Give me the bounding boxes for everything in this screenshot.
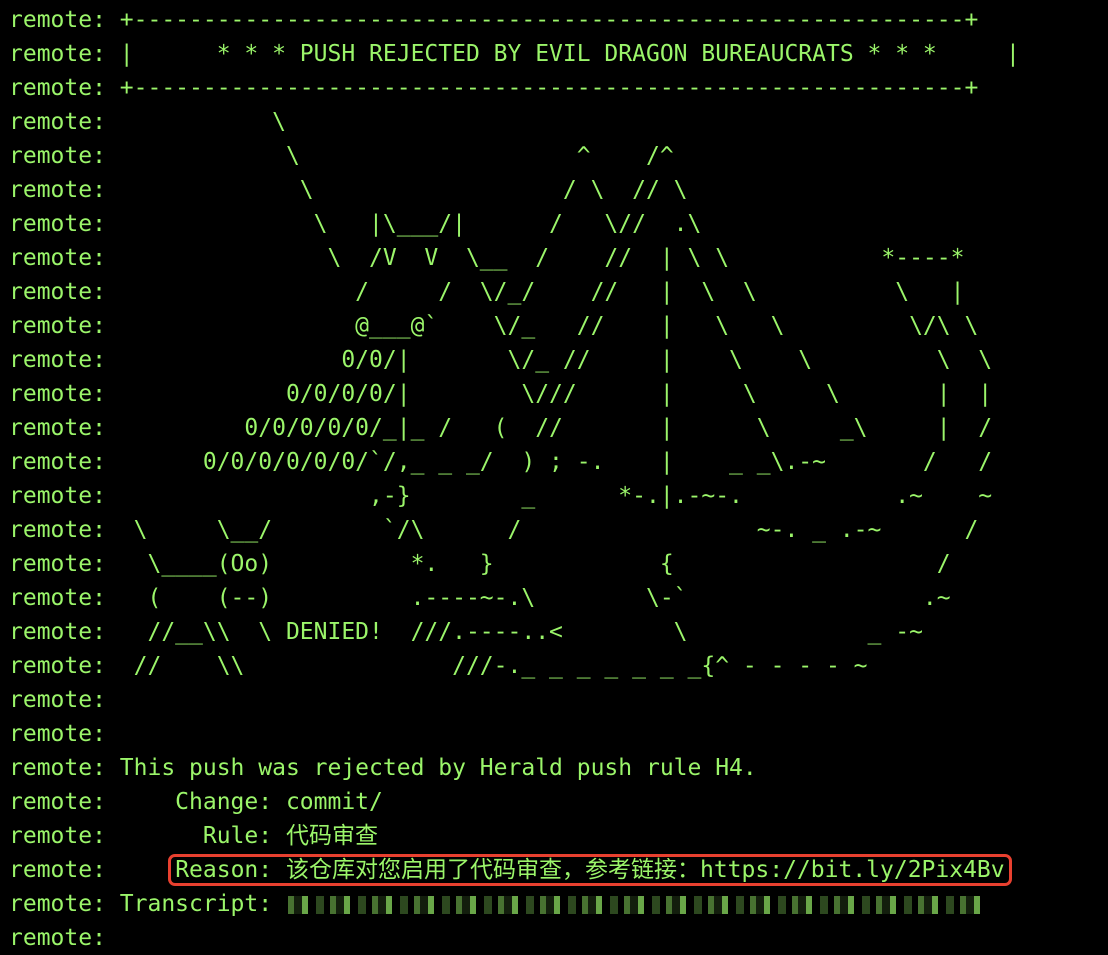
reason-highlight-box: Reason: 该仓库对您启用了代码审查，参考链接：https://bit.ly… (168, 854, 1012, 886)
line-prefix: remote: (9, 7, 106, 33)
line-prefix: remote: (9, 245, 106, 271)
terminal-line: remote: \____(Oo) *. } { / (9, 547, 1104, 581)
line-content: @___@` \/_ // | \ \ \/\ \ (105, 313, 979, 339)
line-content: This push was rejected by Herald push ru… (105, 755, 757, 781)
line-content: \ \__/ `/\ / ~-. _ .-~ / (105, 517, 979, 543)
line-content: \ |\___/| / \// .\ (105, 211, 702, 237)
terminal-line-transcript: remote: Transcript: (9, 887, 1104, 921)
terminal-line: remote: Change: commit/ (9, 785, 1104, 819)
line-content: //__\\ \ DENIED! ///.----..< \ _ -~ (105, 619, 923, 645)
terminal-line: remote: ( (--) .----~-.\ \-` .~ (9, 581, 1104, 615)
terminal-line: remote: //__\\ \ DENIED! ///.----..< \ _… (9, 615, 1104, 649)
line-content: // \\ ///-._ _ _ _ _ _ _{^ - - - - ~ (105, 653, 868, 679)
line-prefix: remote: (9, 891, 106, 917)
reason-text: 该仓库对您启用了代码审查，参考链接：https://bit.ly/2Pix4Bv (285, 857, 1005, 883)
terminal-line: remote: \ ^ /^ (9, 139, 1104, 173)
line-prefix: remote: (9, 143, 106, 169)
reason-label: Reason: (175, 857, 273, 883)
line-prefix: remote: (9, 857, 106, 883)
line-prefix: remote: (9, 551, 106, 577)
line-prefix: remote: (9, 347, 106, 373)
line-content: \____(Oo) *. } { / (105, 551, 951, 577)
line-prefix: remote: (9, 687, 106, 713)
terminal-line: remote: \ / \ // \ (9, 173, 1104, 207)
terminal-line: remote: \ |\___/| / \// .\ (9, 207, 1104, 241)
line-prefix: remote: (9, 381, 106, 407)
line-prefix: remote: (9, 211, 106, 237)
line-prefix: remote: (9, 789, 106, 815)
terminal-line-last: remote: (9, 921, 1104, 955)
line-content: +---------------------------------------… (105, 7, 979, 33)
line-prefix: remote: (9, 925, 106, 951)
line-prefix: remote: (9, 755, 106, 781)
line-content: | * * * PUSH REJECTED BY EVIL DRAGON BUR… (105, 41, 1020, 67)
line-prefix: remote: (9, 721, 106, 747)
line-content: \ (105, 109, 286, 135)
line-content: \ /V V \__ / // | \ \ *----* (105, 245, 965, 271)
terminal-lines: remote: +-------------------------------… (9, 3, 1104, 853)
terminal-line: remote: ,-} _ *-.|.-~-. .~ ~ (9, 479, 1104, 513)
line-prefix: remote: (9, 415, 106, 441)
line-content: \ ^ /^ (105, 143, 674, 169)
line-prefix: remote: (9, 619, 106, 645)
line-content: 0/0/0/0/0/_|_ / ( // | \ _\ | / (105, 415, 993, 441)
terminal-line: remote: // \\ ///-._ _ _ _ _ _ _{^ - - -… (9, 649, 1104, 683)
terminal-line: remote: +-------------------------------… (9, 3, 1104, 37)
line-content: \ / \ // \ (105, 177, 688, 203)
terminal-line: remote: Rule: 代码审查 (9, 819, 1104, 853)
terminal-line: remote: / / \/_/ // | \ \ \ | (9, 275, 1104, 309)
terminal-line: remote: 0/0/0/0/| \/// | \ \ | | (9, 377, 1104, 411)
line-content: / / \/_/ // | \ \ \ | (105, 279, 965, 305)
line-prefix: remote: (9, 653, 106, 679)
terminal-line: remote: @___@` \/_ // | \ \ \/\ \ (9, 309, 1104, 343)
terminal-line: remote: \ (9, 105, 1104, 139)
line-prefix: remote: (9, 483, 106, 509)
terminal-line: remote: (9, 717, 1104, 751)
line-prefix: remote: (9, 177, 106, 203)
line-prefix: remote: (9, 449, 106, 475)
line-content: Rule: 代码审查 (105, 823, 378, 849)
terminal-line: remote: \ /V V \__ / // | \ \ *----* (9, 241, 1104, 275)
line-prefix: remote: (9, 517, 106, 543)
line-content: 0/0/| \/_ // | \ \ \ \ (105, 347, 993, 373)
terminal-line-reason: remote: Reason: 该仓库对您启用了代码审查，参考链接：https:… (9, 853, 1104, 887)
line-prefix: remote: (9, 279, 106, 305)
terminal-output: remote: +-------------------------------… (9, 3, 1104, 955)
line-content: 0/0/0/0/| \/// | \ \ | | (105, 381, 993, 407)
line-prefix: remote: (9, 75, 106, 101)
line-content: ( (--) .----~-.\ \-` .~ (105, 585, 951, 611)
line-prefix: remote: (9, 585, 106, 611)
terminal-line: remote: 0/0/0/0/0/_|_ / ( // | \ _\ | / (9, 411, 1104, 445)
line-content: Change: commit/ (105, 789, 383, 815)
terminal-line: remote: 0/0/0/0/0/0/`/,_ _ _/ ) ; -. | _… (9, 445, 1104, 479)
line-prefix: remote: (9, 41, 106, 67)
terminal-line: remote: \ \__/ `/\ / ~-. _ .-~ / (9, 513, 1104, 547)
line-content: 0/0/0/0/0/0/`/,_ _ _/ ) ; -. | _ _\.-~ /… (105, 449, 993, 475)
terminal-line: remote: | * * * PUSH REJECTED BY EVIL DR… (9, 37, 1104, 71)
terminal-line: remote: 0/0/| \/_ // | \ \ \ \ (9, 343, 1104, 377)
line-prefix: remote: (9, 109, 106, 135)
transcript-label: Transcript: (105, 891, 273, 917)
terminal-line: remote: This push was rejected by Herald… (9, 751, 1104, 785)
redacted-transcript (282, 895, 983, 914)
line-prefix: remote: (9, 823, 106, 849)
line-content: ,-} _ *-.|.-~-. .~ ~ (105, 483, 993, 509)
terminal-line: remote: +-------------------------------… (9, 71, 1104, 105)
terminal-line: remote: (9, 683, 1104, 717)
line-content: +---------------------------------------… (105, 75, 979, 101)
line-prefix: remote: (9, 313, 106, 339)
